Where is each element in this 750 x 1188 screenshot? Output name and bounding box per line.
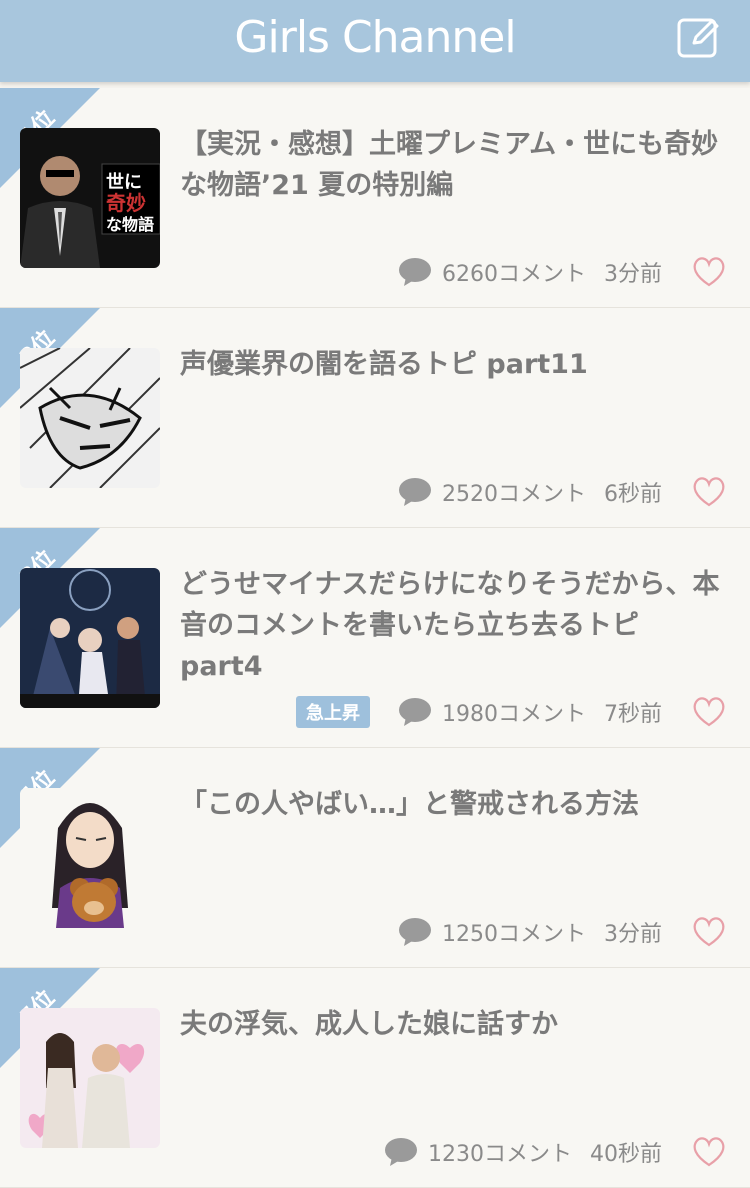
- topic-meta: 6260コメント 3分前: [398, 255, 726, 289]
- topic-thumbnail[interactable]: [20, 348, 160, 488]
- topic-thumbnail[interactable]: [20, 568, 160, 708]
- topic-thumbnail[interactable]: [20, 1008, 160, 1148]
- heart-icon[interactable]: [692, 476, 726, 508]
- comment-count: 6260コメント: [442, 262, 586, 287]
- post-time: 7秒前: [604, 702, 662, 727]
- comment-count: 2520コメント: [442, 482, 586, 507]
- comment-icon: [399, 698, 431, 726]
- topic-title[interactable]: 夫の浮気、成人した娘に話すか: [180, 1004, 722, 1045]
- topic-title[interactable]: どうせマイナスだらけになりそうだから、本音のコメントを書いたら立ち去るトピ pa…: [180, 564, 722, 687]
- topic-meta: 2520コメント 6秒前: [398, 475, 726, 509]
- topic-item-4[interactable]: 4位 「この人やばい…」と警戒される方法 1250コメント 3分前: [0, 748, 750, 968]
- thumbnail-caption-3: な物語: [106, 215, 154, 234]
- heart-icon[interactable]: [692, 916, 726, 948]
- comment-icon: [385, 1138, 417, 1166]
- topic-meta: 1230コメント 40秒前: [384, 1135, 726, 1169]
- topic-item-2[interactable]: 2位 声優業界の闇を語るトピ part11 2520コメント 6秒前: [0, 308, 750, 528]
- trending-badge: 急上昇: [296, 696, 370, 728]
- compose-icon[interactable]: [676, 15, 720, 59]
- comment-count: 1980コメント: [442, 702, 586, 727]
- thumbnail-caption-2: 奇妙: [106, 191, 146, 215]
- heart-icon[interactable]: [692, 256, 726, 288]
- post-time: 40秒前: [590, 1142, 662, 1167]
- comment-icon: [399, 258, 431, 286]
- topic-meta: 急上昇 1980コメント 7秒前: [296, 695, 726, 729]
- topic-ranking-list: 1位 世に 奇妙 な物語 【実況・感想】土曜プレミアム・世にも奇妙な物語’21 …: [0, 88, 750, 1188]
- topic-item-1[interactable]: 1位 世に 奇妙 な物語 【実況・感想】土曜プレミアム・世にも奇妙な物語’21 …: [0, 88, 750, 308]
- topic-title[interactable]: 「この人やばい…」と警戒される方法: [180, 784, 722, 825]
- heart-icon[interactable]: [692, 696, 726, 728]
- comment-count: 1230コメント: [428, 1142, 572, 1167]
- topic-meta: 1250コメント 3分前: [398, 915, 726, 949]
- thumbnail-caption-1: 世に: [106, 172, 142, 193]
- app-title: Girls Channel: [234, 12, 516, 63]
- comment-count: 1250コメント: [442, 922, 586, 947]
- topic-item-5[interactable]: 5位 夫の浮気、成人した娘に話すか 1230コメント 40秒前: [0, 968, 750, 1188]
- topic-item-3[interactable]: 3位 どうせマイナスだらけになりそうだから、本音のコメントを書いたら立ち去るトピ…: [0, 528, 750, 748]
- post-time: 6秒前: [604, 482, 662, 507]
- topic-title[interactable]: 【実況・感想】土曜プレミアム・世にも奇妙な物語’21 夏の特別編: [180, 124, 722, 206]
- post-time: 3分前: [604, 922, 662, 947]
- comment-icon: [399, 918, 431, 946]
- post-time: 3分前: [604, 262, 662, 287]
- topic-title[interactable]: 声優業界の闇を語るトピ part11: [180, 344, 722, 385]
- topic-thumbnail[interactable]: 世に 奇妙 な物語: [20, 128, 160, 268]
- topic-thumbnail[interactable]: [20, 788, 160, 928]
- app-header: Girls Channel: [0, 0, 750, 82]
- heart-icon[interactable]: [692, 1136, 726, 1168]
- comment-icon: [399, 478, 431, 506]
